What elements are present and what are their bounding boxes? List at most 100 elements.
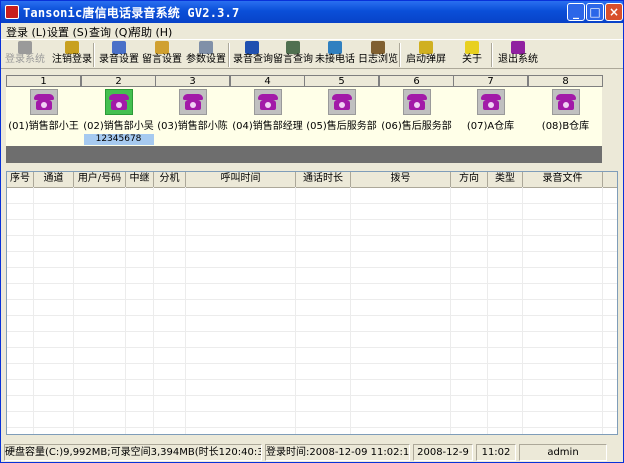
window-title: Tansonic唐信电话录音系统 GV2.3.7: [23, 6, 240, 20]
channel-number: 12345678: [83, 134, 154, 145]
telephone-icon: [551, 89, 580, 115]
toolbar-label: 登录系统: [5, 54, 45, 65]
channel-6[interactable]: (06)售后服务部: [379, 89, 454, 145]
title-bar[interactable]: Tansonic唐信电话录音系统 GV2.3.7 _ □ ×: [1, 1, 623, 23]
grid-line: [125, 187, 126, 434]
speaker-icon: [112, 41, 126, 54]
popup-button[interactable]: 启动弹屏: [404, 40, 448, 69]
login-button[interactable]: 登录系统: [5, 40, 45, 69]
toolbar-label: 留言设置: [142, 54, 182, 65]
channel-header: 5: [304, 75, 379, 87]
channel-4[interactable]: (04)销售部经理: [230, 89, 305, 145]
log-icon: [371, 41, 385, 54]
maximize-button[interactable]: □: [586, 3, 604, 21]
channel-5[interactable]: (05)售后服务部: [304, 89, 379, 145]
time-status: 11:02: [476, 444, 516, 461]
channel-name: (07)A仓库: [466, 121, 515, 132]
channel-header: 8: [528, 75, 603, 87]
grid-line: [7, 283, 617, 284]
logout-button[interactable]: 注销登录: [49, 40, 95, 69]
login-time-status: 登录时间:2008-12-09 11:02:13: [265, 444, 410, 461]
grid-line: [487, 187, 488, 434]
grid-line: [73, 187, 74, 434]
message-settings-icon: [155, 41, 169, 54]
search-icon: [245, 41, 259, 54]
channel-8[interactable]: (08)B仓库: [528, 89, 603, 145]
date-status: 2008-12-9: [413, 444, 473, 461]
toolbar-separator: [93, 43, 95, 67]
grid-line: [153, 187, 154, 434]
channel-name: (05)售后服务部: [306, 121, 377, 132]
menu-settings[interactable]: 设置 (S): [47, 24, 88, 40]
grid-line: [7, 315, 617, 316]
parameter-settings-button[interactable]: 参数设置: [184, 40, 228, 69]
toolbar-label: 关于: [462, 54, 482, 65]
col-trunk[interactable]: 中继: [126, 172, 154, 187]
col-extension[interactable]: 分机: [154, 172, 186, 187]
gear-icon: [199, 41, 213, 54]
disk-status: 硬盘容量(C:)9,992MB;可录空间3,394MB(时长120:40:30): [4, 444, 262, 461]
about-button[interactable]: 关于: [456, 40, 488, 69]
minimize-button[interactable]: _: [567, 3, 585, 21]
telephone-icon: [253, 89, 282, 115]
col-direction[interactable]: 方向: [451, 172, 488, 187]
app-icon[interactable]: [5, 5, 19, 19]
col-call-time[interactable]: 呼叫时间: [186, 172, 296, 187]
col-user[interactable]: 用户/号码: [74, 172, 126, 187]
channel-header: 6: [379, 75, 454, 87]
exit-icon: [511, 41, 525, 54]
channel-header: 7: [453, 75, 528, 87]
exit-button[interactable]: 退出系统: [496, 40, 540, 69]
message-settings-button[interactable]: 留言设置: [141, 40, 183, 69]
col-record-file[interactable]: 录音文件: [523, 172, 603, 187]
channel-7[interactable]: (07)A仓库: [453, 89, 528, 145]
channel-header: 2: [81, 75, 156, 87]
record-query-button[interactable]: 录音查询: [233, 40, 273, 69]
toolbar-label: 退出系统: [498, 54, 538, 65]
channel-1[interactable]: (01)销售部小王: [6, 89, 81, 145]
channel-panel: 12345678 (01)销售部小王 (02)销售部小吴 12345678 (03)销…: [6, 75, 603, 163]
channel-2[interactable]: (02)销售部小吴 12345678: [81, 89, 156, 145]
menu-login[interactable]: 登录 (L): [6, 24, 46, 40]
telephone-icon: [327, 89, 356, 115]
col-dial[interactable]: 拨号: [351, 172, 451, 187]
channel-name: (08)B仓库: [541, 121, 590, 132]
col-channel[interactable]: 通道: [34, 172, 74, 187]
log-browse-button[interactable]: 日志浏览: [357, 40, 399, 69]
grid-line: [522, 187, 523, 434]
channel-header: 1: [6, 75, 81, 87]
col-type[interactable]: 类型: [488, 172, 523, 187]
record-settings-button[interactable]: 录音设置: [99, 40, 139, 69]
toolbar-separator: [491, 43, 493, 67]
grid-line: [7, 299, 617, 300]
channel-header: 4: [230, 75, 305, 87]
close-button[interactable]: ×: [605, 3, 623, 21]
menu-query[interactable]: 查询 (Q): [89, 24, 132, 40]
missed-calls-button[interactable]: 未接电话: [315, 40, 355, 69]
grid-line: [7, 267, 617, 268]
col-seq[interactable]: 序号: [7, 172, 34, 187]
grid-line: [602, 187, 603, 434]
grid-line: [7, 331, 617, 332]
channel-area: (01)销售部小王 (02)销售部小吴 12345678 (03)销售部小陈 (04)销…: [6, 87, 602, 146]
call-record-table[interactable]: 序号 通道 用户/号码 中继 分机 呼叫时间 通话时长 拨号 方向 类型 录音文件: [6, 171, 618, 435]
channel-name: (03)销售部小陈: [157, 121, 228, 132]
menu-help[interactable]: 帮助 (H): [130, 24, 172, 40]
channel-3[interactable]: (03)销售部小陈: [155, 89, 230, 145]
channel-name: (04)销售部经理: [232, 121, 303, 132]
message-query-button[interactable]: 留言查询: [273, 40, 313, 69]
grid-line: [7, 347, 617, 348]
grid-line: [7, 251, 617, 252]
channel-name: (06)售后服务部: [381, 121, 452, 132]
telephone-icon: [402, 89, 431, 115]
col-duration[interactable]: 通话时长: [296, 172, 351, 187]
telephone-icon: [104, 89, 133, 115]
toolbar-separator: [399, 43, 401, 67]
table-header: 序号 通道 用户/号码 中继 分机 呼叫时间 通话时长 拨号 方向 类型 录音文件: [7, 172, 617, 188]
menu-bar: 登录 (L) 设置 (S) 查询 (Q) 帮助 (H): [1, 23, 623, 39]
status-bar: 硬盘容量(C:)9,992MB;可录空间3,394MB(时长120:40:30)…: [1, 442, 623, 462]
grid-line: [7, 411, 617, 412]
missed-call-icon: [328, 41, 342, 54]
toolbar-label: 留言查询: [273, 54, 313, 65]
app-window: Tansonic唐信电话录音系统 GV2.3.7 _ □ × 登录 (L) 设置…: [0, 0, 624, 463]
